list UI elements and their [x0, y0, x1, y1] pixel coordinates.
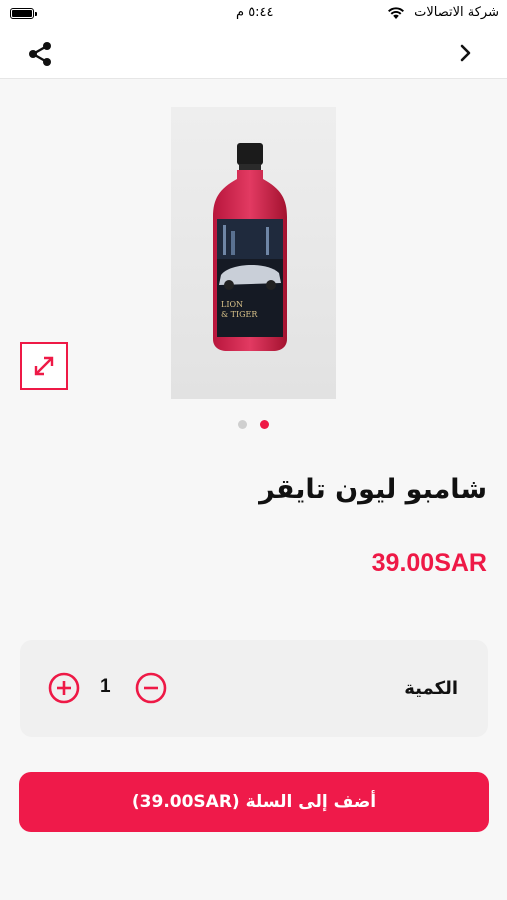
share-icon[interactable] — [26, 40, 54, 68]
quantity-label: الكمية — [404, 678, 458, 699]
plus-circle-icon[interactable] — [48, 672, 80, 704]
bottle-label-bottom: & TIGER — [221, 310, 258, 319]
expand-icon — [34, 356, 54, 376]
status-time: ٥:٤٤ م — [236, 5, 274, 20]
bottle-label-top: LION — [221, 300, 243, 309]
carrier-name: شركة الاتصالات — [414, 5, 499, 20]
top-nav-bar — [0, 28, 507, 79]
add-to-cart-button[interactable]: أضف إلى السلة (39.00SAR) — [19, 772, 489, 832]
chevron-right-icon[interactable] — [455, 42, 477, 64]
status-bar: ٥:٤٤ م شركة الاتصالات — [0, 0, 507, 28]
pager-dot-active[interactable] — [260, 420, 269, 429]
pager-dot[interactable] — [238, 420, 247, 429]
product-image[interactable]: LION & TIGER — [171, 107, 336, 399]
shampoo-bottle-image: LION & TIGER — [171, 107, 336, 399]
expand-image-button[interactable] — [20, 342, 68, 390]
quantity-value: 1 — [100, 676, 111, 697]
battery-icon — [10, 8, 37, 19]
product-title: شامبو ليون تايقر — [259, 474, 487, 505]
wifi-icon — [388, 7, 404, 19]
product-price: 39.00SAR — [371, 549, 487, 577]
quantity-card: 1 الكمية — [20, 640, 488, 737]
minus-circle-icon[interactable] — [135, 672, 167, 704]
